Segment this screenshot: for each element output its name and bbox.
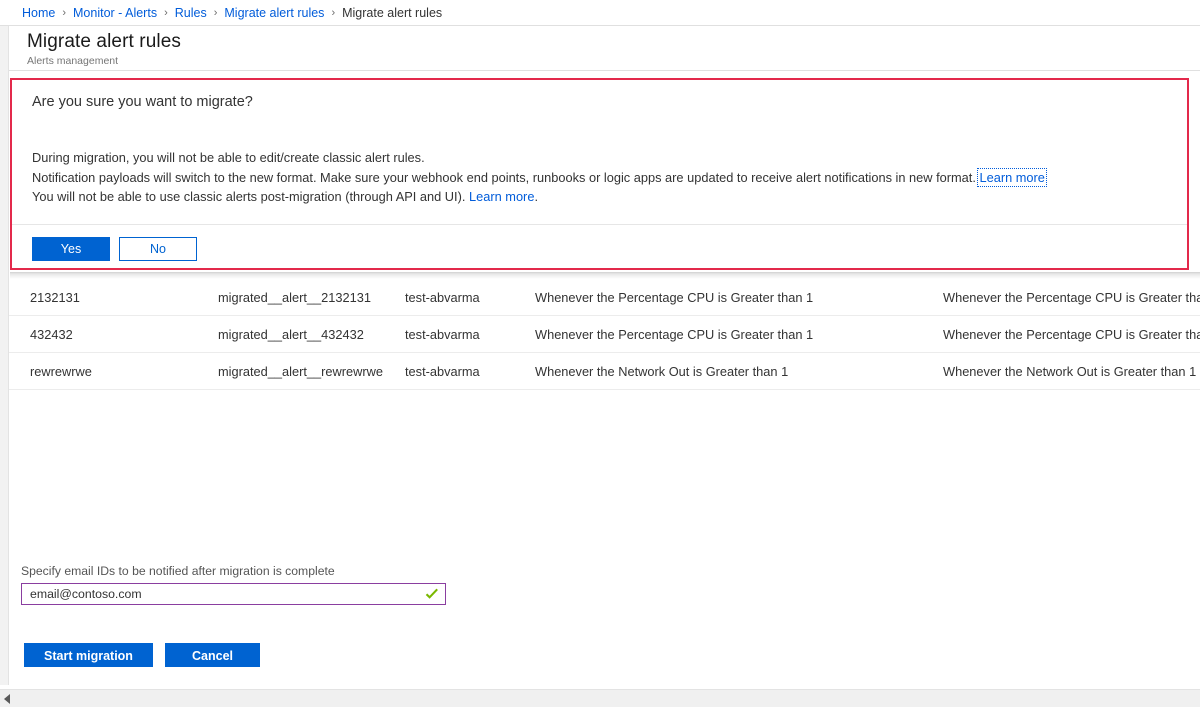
- start-migration-button[interactable]: Start migration: [24, 643, 153, 667]
- table-top-shadow: [10, 272, 1200, 279]
- breadcrumb-separator: ›: [62, 6, 67, 19]
- table-row[interactable]: 2132131 migrated__alert__2132131 test-ab…: [9, 279, 1200, 316]
- page-header: Migrate alert rules Alerts management: [9, 26, 1200, 71]
- footer-actions: Start migration Cancel: [24, 643, 260, 667]
- cell-resource: test-abvarma: [405, 279, 535, 316]
- confirmation-question: Are you sure you want to migrate?: [32, 94, 253, 110]
- breadcrumb-item-monitor-alerts[interactable]: Monitor - Alerts: [73, 6, 157, 20]
- alert-rules-table: 2132131 migrated__alert__2132131 test-ab…: [9, 279, 1200, 390]
- email-input[interactable]: [22, 584, 445, 604]
- confirmation-line-2-text: Notification payloads will switch to the…: [32, 169, 976, 185]
- confirmation-line-2: Notification payloads will switch to the…: [32, 167, 1187, 188]
- breadcrumb-item-home[interactable]: Home: [22, 6, 55, 20]
- learn-more-link-classic-alerts[interactable]: Learn more: [469, 189, 534, 204]
- confirmation-line-3-text: You will not be able to use classic aler…: [32, 189, 466, 204]
- email-field-label: Specify email IDs to be notified after m…: [21, 564, 335, 578]
- cell-condition: Whenever the Percentage CPU is Greater t…: [535, 315, 943, 353]
- cell-migrated-name: migrated__alert__2132131: [218, 279, 405, 316]
- confirm-no-button[interactable]: No: [119, 237, 197, 261]
- table-row[interactable]: 432432 migrated__alert__432432 test-abva…: [9, 315, 1200, 353]
- confirm-yes-button[interactable]: Yes: [32, 237, 110, 261]
- breadcrumb-separator: ›: [213, 6, 218, 19]
- cell-resource: test-abvarma: [405, 352, 535, 390]
- email-notification-section: Specify email IDs to be notified after m…: [21, 562, 451, 605]
- table-row[interactable]: rewrewrwe migrated__alert__rewrewrwe tes…: [9, 352, 1200, 390]
- cell-migrated-name: migrated__alert__432432: [218, 315, 405, 353]
- cell-rule-id: rewrewrwe: [9, 352, 218, 390]
- cancel-button[interactable]: Cancel: [165, 643, 260, 667]
- chevron-left-icon[interactable]: [4, 694, 10, 704]
- confirmation-body: During migration, you will not be able t…: [12, 112, 1187, 207]
- horizontal-scrollbar[interactable]: [0, 689, 1200, 707]
- confirmation-line-3: You will not be able to use classic aler…: [32, 187, 1187, 207]
- cell-new-condition: Whenever the Network Out is Greater than…: [943, 352, 1200, 390]
- migration-confirmation-panel: Are you sure you want to migrate? During…: [10, 78, 1189, 270]
- cell-migrated-name: migrated__alert__rewrewrwe: [218, 352, 405, 390]
- cell-condition: Whenever the Network Out is Greater than…: [535, 352, 943, 390]
- cell-new-condition: Whenever the Percentage CPU is Greater t…: [943, 279, 1200, 316]
- migrate-alert-rules-page: Home › Monitor - Alerts › Rules › Migrat…: [0, 0, 1200, 707]
- breadcrumb-separator: ›: [331, 6, 336, 19]
- breadcrumb-item-migrate-alert-rules[interactable]: Migrate alert rules: [224, 6, 324, 20]
- confirmation-line-3-period: .: [534, 189, 539, 204]
- learn-more-link-payloads[interactable]: Learn more: [977, 167, 1047, 187]
- panel-divider: [12, 224, 1187, 225]
- breadcrumb: Home › Monitor - Alerts › Rules › Migrat…: [0, 0, 1200, 26]
- cell-rule-id: 2132131: [9, 279, 218, 316]
- page-title: Migrate alert rules: [27, 31, 181, 52]
- confirmation-line-1: During migration, you will not be able t…: [32, 150, 425, 165]
- cell-new-condition: Whenever the Percentage CPU is Greater t…: [943, 315, 1200, 353]
- confirmation-actions: Yes No: [32, 237, 197, 261]
- page-subtitle: Alerts management: [27, 55, 119, 67]
- email-input-wrapper: [21, 583, 446, 605]
- breadcrumb-item-rules[interactable]: Rules: [175, 6, 207, 20]
- cell-resource: test-abvarma: [405, 315, 535, 353]
- left-gutter: [0, 26, 9, 685]
- cell-rule-id: 432432: [9, 315, 218, 353]
- breadcrumb-separator: ›: [164, 6, 168, 19]
- cell-condition: Whenever the Percentage CPU is Greater t…: [535, 279, 943, 316]
- breadcrumb-current: Migrate alert rules: [342, 5, 443, 20]
